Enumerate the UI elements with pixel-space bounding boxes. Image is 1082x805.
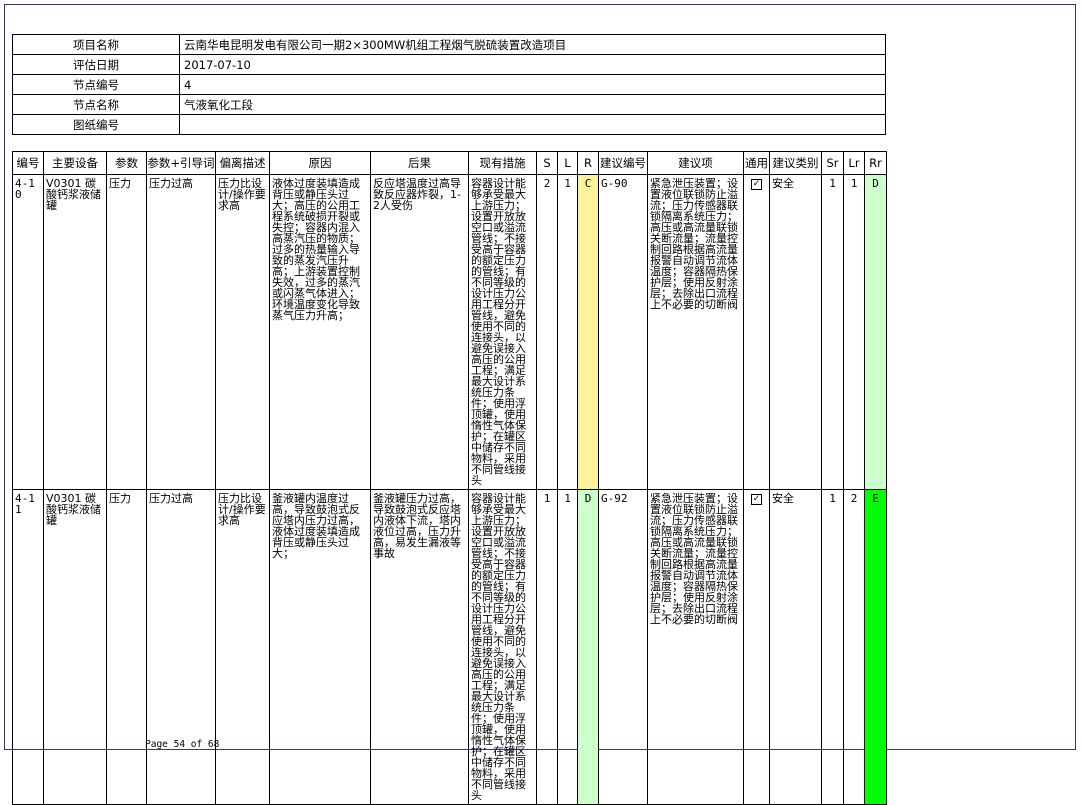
table-header-row: 编号 主要设备 参数 参数+引导词 偏离描述 原因 后果 现有措施 S L R … xyxy=(12,151,887,175)
column-header: 通用 xyxy=(743,151,770,175)
cell-rec-no: G-92 xyxy=(598,489,648,805)
checkbox-checked-icon[interactable]: ✓ xyxy=(751,493,762,505)
cell-s: 1 xyxy=(536,489,558,805)
cell-r: C xyxy=(577,174,599,490)
cell-l: 1 xyxy=(557,174,578,490)
page-number: Page 54 of 68 xyxy=(145,739,220,750)
cell-param: 压力 xyxy=(106,489,147,805)
node-no-value: 4 xyxy=(179,74,886,95)
cell-recommendation: 紧急泄压装置；设置液位联锁防止溢流；压力传感器联锁隔离系统压力；高压或高流量联锁… xyxy=(647,489,744,805)
cell-general: ✓ xyxy=(743,489,770,805)
cell-measures: 容器设计能够承受最大上游压力；设置开放放空口或溢流管线；不接受高于容器的额定压力… xyxy=(468,174,537,490)
project-name-label: 项目名称 xyxy=(12,34,180,55)
cell-consequence: 釜液罐压力过高，导致鼓泡式反应塔内液体下流，塔内液位过高，压力升高，易发生漏液等… xyxy=(370,489,469,805)
cell-rec-no: G-90 xyxy=(598,174,648,490)
cell-l: 1 xyxy=(557,489,578,805)
cell-id: 4-11 xyxy=(12,489,44,805)
drawing-no-label: 图纸编号 xyxy=(12,114,180,135)
column-header: Sr xyxy=(821,151,844,175)
eval-date-label: 评估日期 xyxy=(12,54,180,75)
cell-rr: E xyxy=(864,489,887,805)
cell-deviation: 压力比设计/操作要求高 xyxy=(215,489,270,805)
column-header: 现有措施 xyxy=(468,151,537,175)
node-no-label: 节点编号 xyxy=(12,74,180,95)
cell-equipment: V0301 碳酸钙浆液储罐 xyxy=(43,489,107,805)
column-header: S xyxy=(536,151,558,175)
column-header: L xyxy=(557,151,578,175)
hazop-table: 编号 主要设备 参数 参数+引导词 偏离描述 原因 后果 现有措施 S L R … xyxy=(12,151,887,805)
column-header: 编号 xyxy=(12,151,44,175)
cell-measures: 容器设计能够承受最大上游压力；设置开放放空口或溢流管线；不接受高于容器的额定压力… xyxy=(468,489,537,805)
column-header: 建议编号 xyxy=(598,151,648,175)
cell-param: 压力 xyxy=(106,174,147,490)
cell-category: 安全 xyxy=(769,489,822,805)
column-header: 主要设备 xyxy=(43,151,107,175)
info-row-node-no: 节点编号 4 xyxy=(12,74,886,95)
column-header: Lr xyxy=(843,151,865,175)
project-info-table: 项目名称 云南华电昆明发电有限公司一期2×300MW机组工程烟气脱硫装置改造项目… xyxy=(12,34,886,135)
table-row: 4-10 V0301 碳酸钙浆液储罐 压力 压力过高 压力比设计/操作要求高 液… xyxy=(12,174,887,490)
project-name-value: 云南华电昆明发电有限公司一期2×300MW机组工程烟气脱硫装置改造项目 xyxy=(179,34,886,55)
column-header: 参数+引导词 xyxy=(146,151,216,175)
info-row-drawing-no: 图纸编号 xyxy=(12,114,886,135)
cell-s: 2 xyxy=(536,174,558,490)
eval-date-value: 2017-07-10 xyxy=(179,54,886,75)
cell-sr: 1 xyxy=(821,174,844,490)
cell-lr: 1 xyxy=(843,174,865,490)
node-name-label: 节点名称 xyxy=(12,94,180,115)
column-header: R xyxy=(577,151,599,175)
cell-deviation: 压力比设计/操作要求高 xyxy=(215,174,270,490)
cell-id: 4-10 xyxy=(12,174,44,490)
cell-cause: 液体过度装填造成背压或静压头过大；高压的公用工程系统破损开裂或失控；容器内混入高… xyxy=(269,174,371,490)
column-header: 建议类别 xyxy=(769,151,822,175)
column-header: 参数 xyxy=(106,151,147,175)
table-row: 4-11 V0301 碳酸钙浆液储罐 压力 压力过高 压力比设计/操作要求高 釜… xyxy=(12,489,887,805)
cell-sr: 1 xyxy=(821,489,844,805)
cell-cause: 釜液罐内温度过高，导致鼓泡式反应塔内压力过高，液体过度装填造成背压或静压头过大； xyxy=(269,489,371,805)
info-row-eval-date: 评估日期 2017-07-10 xyxy=(12,54,886,75)
drawing-no-value xyxy=(179,114,886,135)
cell-equipment: V0301 碳酸钙浆液储罐 xyxy=(43,174,107,490)
cell-category: 安全 xyxy=(769,174,822,490)
column-header: 原因 xyxy=(269,151,371,175)
info-row-node-name: 节点名称 气液氧化工段 xyxy=(12,94,886,115)
column-header: Rr xyxy=(864,151,887,175)
cell-param-guide: 压力过高 xyxy=(146,174,216,490)
cell-consequence: 反应塔温度过高导致反应器炸裂，1-2人受伤 xyxy=(370,174,469,490)
column-header: 后果 xyxy=(370,151,469,175)
column-header: 建议项 xyxy=(647,151,744,175)
checkbox-checked-icon[interactable]: ✓ xyxy=(751,178,762,190)
node-name-value: 气液氧化工段 xyxy=(179,94,886,115)
column-header: 偏离描述 xyxy=(215,151,270,175)
cell-lr: 2 xyxy=(843,489,865,805)
cell-general: ✓ xyxy=(743,174,770,490)
cell-r: D xyxy=(577,489,599,805)
cell-rr: D xyxy=(864,174,887,490)
cell-param-guide: 压力过高 xyxy=(146,489,216,805)
info-row-project-name: 项目名称 云南华电昆明发电有限公司一期2×300MW机组工程烟气脱硫装置改造项目 xyxy=(12,34,886,55)
cell-recommendation: 紧急泄压装置；设置液位联锁防止溢流；压力传感器联锁隔离系统压力；高压或高流量联锁… xyxy=(647,174,744,490)
